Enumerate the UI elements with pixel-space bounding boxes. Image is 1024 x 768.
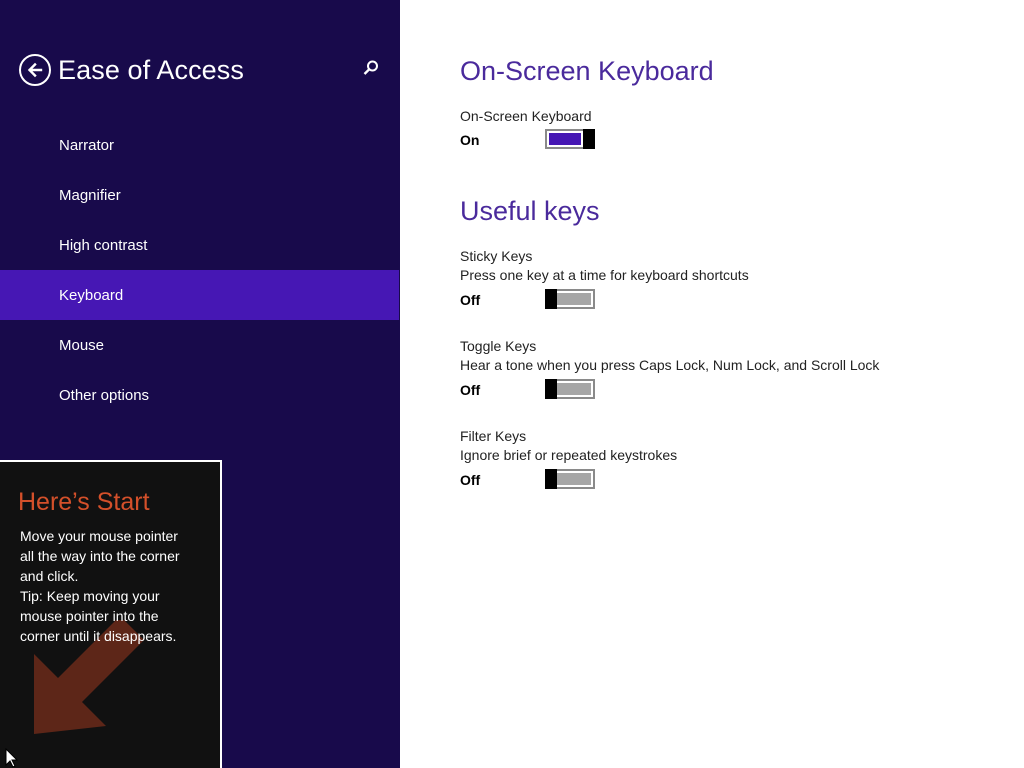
filter-keys-description: Ignore brief or repeated keystrokes — [460, 447, 678, 463]
sticky-keys-toggle[interactable] — [545, 289, 595, 309]
page-title: Ease of Access — [58, 55, 244, 85]
toggle-keys-label: Toggle Keys — [460, 338, 537, 354]
sidebar-item-magnifier[interactable]: Magnifier — [0, 170, 400, 220]
start-tip-title: Here’s Start — [18, 488, 150, 516]
start-tip-line: all the way into the corner — [20, 548, 180, 564]
sidebar-item-label: Keyboard — [59, 286, 124, 304]
settings-window: Ease of Access Narrator Magnifier High c… — [0, 0, 1024, 768]
sidebar-item-narrator[interactable]: Narrator — [0, 120, 400, 170]
useful-keys-heading: Useful keys — [460, 196, 600, 226]
sidebar: Ease of Access Narrator Magnifier High c… — [0, 0, 400, 768]
sidebar-item-label: High contrast — [59, 236, 148, 254]
back-arrow-icon — [26, 61, 44, 79]
start-tip-popup: Here’s Start Move your mouse pointer all… — [0, 460, 222, 768]
back-button[interactable] — [19, 54, 51, 86]
start-tip-line: Tip: Keep moving your — [20, 588, 160, 604]
sidebar-item-label: Mouse — [59, 336, 105, 354]
onscreen-keyboard-label: On-Screen Keyboard — [460, 108, 592, 124]
sidebar-item-label: Magnifier — [59, 186, 121, 204]
sidebar-item-keyboard[interactable]: Keyboard — [0, 270, 399, 320]
search-button[interactable] — [359, 58, 383, 82]
start-tip-line: and click. — [20, 568, 79, 584]
mouse-pointer-icon — [5, 747, 19, 768]
onscreen-keyboard-toggle[interactable] — [545, 129, 595, 149]
onscreen-keyboard-heading: On-Screen Keyboard — [460, 56, 714, 86]
sidebar-item-label: Other options — [59, 386, 150, 404]
sticky-keys-label: Sticky Keys — [460, 248, 533, 264]
start-tip-line: corner until it disappears. — [20, 628, 177, 644]
onscreen-keyboard-state: On — [460, 132, 480, 148]
start-tip-line: mouse pointer into the — [20, 608, 159, 624]
sidebar-item-other-options[interactable]: Other options — [0, 370, 400, 420]
filter-keys-state: Off — [460, 472, 481, 488]
toggle-keys-toggle[interactable] — [545, 379, 595, 399]
toggle-keys-description: Hear a tone when you press Caps Lock, Nu… — [460, 357, 880, 373]
keyboard-settings-panel: On-Screen Keyboard On-Screen Keyboard On… — [400, 0, 1024, 768]
search-icon — [362, 59, 380, 82]
start-tip-body: Move your mouse pointer all the way into… — [20, 526, 210, 646]
sticky-keys-description: Press one key at a time for keyboard sho… — [460, 267, 749, 283]
start-tip-line: Move your mouse pointer — [20, 528, 178, 544]
filter-keys-label: Filter Keys — [460, 428, 527, 444]
sidebar-item-mouse[interactable]: Mouse — [0, 320, 400, 370]
sidebar-nav: Narrator Magnifier High contrast Keyboar… — [0, 120, 400, 420]
sticky-keys-state: Off — [460, 292, 481, 308]
sidebar-item-label: Narrator — [59, 136, 115, 154]
filter-keys-toggle[interactable] — [545, 469, 595, 489]
toggle-keys-state: Off — [460, 382, 481, 398]
sidebar-item-high-contrast[interactable]: High contrast — [0, 220, 400, 270]
